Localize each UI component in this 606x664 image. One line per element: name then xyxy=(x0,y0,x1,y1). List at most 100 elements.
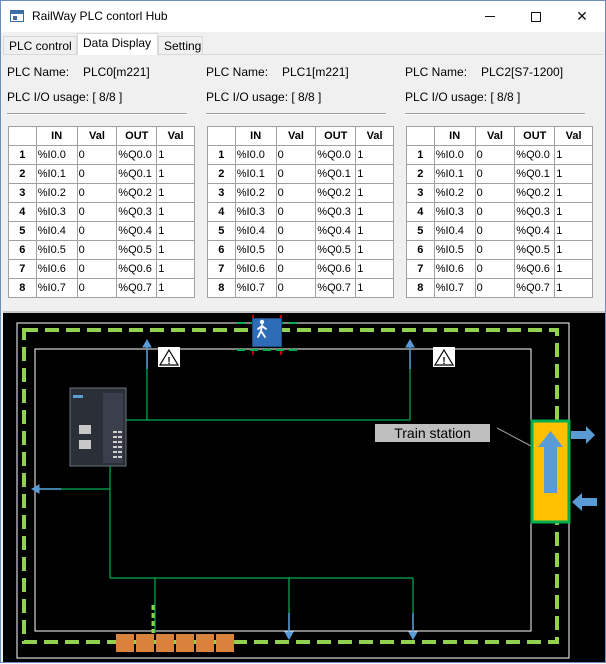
table-cell[interactable]: 1 xyxy=(355,164,394,184)
table-cell[interactable]: %Q0.5 xyxy=(514,240,556,260)
table-cell[interactable]: %Q0.0 xyxy=(315,145,357,165)
table-cell[interactable]: 0 xyxy=(474,240,516,260)
table-cell[interactable]: %I0.1 xyxy=(234,164,277,184)
table-cell[interactable]: 0 xyxy=(474,183,516,203)
table-cell[interactable]: 0 xyxy=(474,278,516,298)
table-cell[interactable]: %Q0.3 xyxy=(514,202,556,222)
table-cell[interactable]: 1 xyxy=(156,145,195,165)
column-header[interactable]: Val xyxy=(554,126,593,146)
table-cell[interactable]: %I0.5 xyxy=(433,240,476,260)
table-cell[interactable]: %I0.7 xyxy=(433,278,476,298)
column-header[interactable] xyxy=(8,126,37,146)
column-header[interactable]: Val xyxy=(474,126,516,146)
table-cell[interactable]: 1 xyxy=(156,164,195,184)
table-cell[interactable]: %I0.4 xyxy=(433,221,476,241)
table-cell[interactable]: 0 xyxy=(76,145,118,165)
table-cell[interactable]: 1 xyxy=(355,202,394,222)
table-cell[interactable]: 1 xyxy=(554,145,593,165)
table-cell[interactable]: %I0.1 xyxy=(433,164,476,184)
plc1-io-table[interactable]: IN Val OUT Val 1 %I0.0 0 %Q0.0 1 2 %I0.1 0 %Q0.1 1 3 %I… xyxy=(207,126,394,298)
table-cell[interactable]: %I0.6 xyxy=(35,259,78,279)
table-cell[interactable]: 1 xyxy=(156,183,195,203)
column-header[interactable]: Val xyxy=(76,126,118,146)
table-cell[interactable]: %Q0.7 xyxy=(514,278,556,298)
table-cell[interactable]: 1 xyxy=(156,202,195,222)
column-header[interactable]: OUT xyxy=(116,126,158,146)
table-row[interactable]: 8 %I0.7 0 %Q0.7 1 xyxy=(8,278,195,298)
table-row[interactable]: 3 %I0.2 0 %Q0.2 1 xyxy=(207,183,394,203)
table-cell[interactable]: %I0.3 xyxy=(35,202,78,222)
table-cell[interactable]: 1 xyxy=(554,240,593,260)
column-header[interactable]: OUT xyxy=(514,126,556,146)
table-row[interactable]: 8 %I0.7 0 %Q0.7 1 xyxy=(207,278,394,298)
table-cell[interactable]: 0 xyxy=(474,221,516,241)
table-cell[interactable]: 1 xyxy=(554,164,593,184)
table-cell[interactable]: 1 xyxy=(355,183,394,203)
table-row[interactable]: 7 %I0.6 0 %Q0.6 1 xyxy=(207,259,394,279)
table-cell[interactable]: %I0.1 xyxy=(35,164,78,184)
table-cell[interactable]: %Q0.4 xyxy=(116,221,158,241)
table-row[interactable]: 1 %I0.0 0 %Q0.0 1 xyxy=(8,145,195,165)
table-row[interactable]: 1 %I0.0 0 %Q0.0 1 xyxy=(406,145,593,165)
table-row[interactable]: 6 %I0.5 0 %Q0.5 1 xyxy=(406,240,593,260)
table-row[interactable]: 3 %I0.2 0 %Q0.2 1 xyxy=(406,183,593,203)
table-cell[interactable]: %Q0.4 xyxy=(315,221,357,241)
table-cell[interactable]: 1 xyxy=(156,259,195,279)
table-cell[interactable]: %I0.0 xyxy=(433,145,476,165)
table-cell[interactable]: 1 xyxy=(355,278,394,298)
table-cell[interactable]: %I0.2 xyxy=(234,183,277,203)
table-cell[interactable]: %I0.7 xyxy=(234,278,277,298)
table-cell[interactable]: 0 xyxy=(275,145,317,165)
table-cell[interactable]: 1 xyxy=(554,183,593,203)
table-cell[interactable]: 1 xyxy=(554,202,593,222)
table-row[interactable]: 2 %I0.1 0 %Q0.1 1 xyxy=(207,164,394,184)
table-cell[interactable]: 0 xyxy=(76,183,118,203)
maximize-button[interactable] xyxy=(513,1,559,32)
column-header[interactable] xyxy=(207,126,236,146)
table-row[interactable]: 3 %I0.2 0 %Q0.2 1 xyxy=(8,183,195,203)
table-cell[interactable]: 1 xyxy=(554,259,593,279)
table-cell[interactable]: %Q0.6 xyxy=(116,259,158,279)
table-cell[interactable]: %I0.7 xyxy=(35,278,78,298)
table-cell[interactable]: %I0.3 xyxy=(234,202,277,222)
pedestrian-crossing-button[interactable] xyxy=(252,318,282,347)
table-cell[interactable]: %I0.2 xyxy=(35,183,78,203)
tab-data-display[interactable]: Data Display xyxy=(77,33,158,55)
table-cell[interactable]: 0 xyxy=(275,240,317,260)
table-cell[interactable]: 0 xyxy=(275,278,317,298)
table-cell[interactable]: 0 xyxy=(474,164,516,184)
table-cell[interactable]: %Q0.5 xyxy=(315,240,357,260)
table-row[interactable]: 4 %I0.3 0 %Q0.3 1 xyxy=(8,202,195,222)
table-cell[interactable]: %Q0.3 xyxy=(116,202,158,222)
column-header[interactable]: IN xyxy=(234,126,277,146)
table-row[interactable]: 8 %I0.7 0 %Q0.7 1 xyxy=(406,278,593,298)
plc2-io-table[interactable]: IN Val OUT Val 1 %I0.0 0 %Q0.0 1 2 %I0.1 0 %Q0.1 1 3 %I… xyxy=(406,126,593,298)
table-cell[interactable]: %Q0.7 xyxy=(116,278,158,298)
table-cell[interactable]: 1 xyxy=(156,221,195,241)
table-cell[interactable]: 1 xyxy=(156,278,195,298)
table-row[interactable]: 1 %I0.0 0 %Q0.0 1 xyxy=(207,145,394,165)
table-row[interactable]: 2 %I0.1 0 %Q0.1 1 xyxy=(8,164,195,184)
tab-setting[interactable]: Setting xyxy=(158,36,203,55)
table-cell[interactable]: 1 xyxy=(554,221,593,241)
table-cell[interactable]: 0 xyxy=(474,145,516,165)
column-header[interactable]: IN xyxy=(35,126,78,146)
table-cell[interactable]: %I0.6 xyxy=(234,259,277,279)
column-header[interactable]: Val xyxy=(156,126,195,146)
table-row[interactable]: 6 %I0.5 0 %Q0.5 1 xyxy=(8,240,195,260)
table-row[interactable]: 7 %I0.6 0 %Q0.6 1 xyxy=(406,259,593,279)
table-cell[interactable]: 0 xyxy=(76,240,118,260)
table-cell[interactable]: %I0.5 xyxy=(234,240,277,260)
table-cell[interactable]: 1 xyxy=(355,221,394,241)
table-row[interactable]: 4 %I0.3 0 %Q0.3 1 xyxy=(207,202,394,222)
table-cell[interactable]: %I0.0 xyxy=(35,145,78,165)
table-cell[interactable]: 1 xyxy=(554,278,593,298)
table-cell[interactable]: %I0.4 xyxy=(234,221,277,241)
table-cell[interactable]: %Q0.4 xyxy=(514,221,556,241)
table-cell[interactable]: 0 xyxy=(474,202,516,222)
column-header[interactable]: Val xyxy=(275,126,317,146)
table-cell[interactable]: 0 xyxy=(275,164,317,184)
table-cell[interactable]: %Q0.1 xyxy=(315,164,357,184)
table-cell[interactable]: %Q0.0 xyxy=(116,145,158,165)
minimize-button[interactable] xyxy=(467,1,513,32)
